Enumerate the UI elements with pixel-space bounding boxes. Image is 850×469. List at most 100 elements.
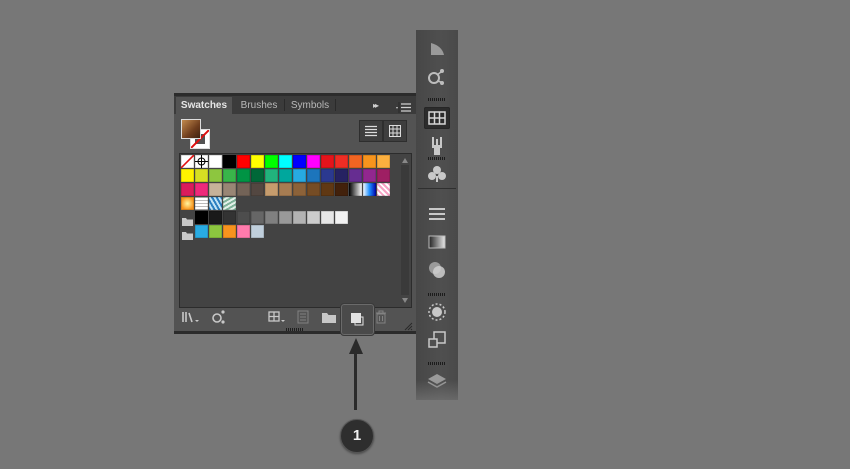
color-swatch[interactable] [265, 169, 278, 182]
color-swatch[interactable] [237, 155, 250, 168]
gradient-swatch[interactable] [363, 183, 376, 196]
color-swatch[interactable] [223, 183, 236, 196]
vertical-scrollbar[interactable] [400, 154, 410, 307]
color-swatch[interactable] [321, 183, 334, 196]
color-swatch[interactable] [363, 169, 376, 182]
color-swatch[interactable] [195, 225, 208, 238]
color-swatch[interactable] [223, 211, 236, 224]
color-swatch[interactable] [195, 169, 208, 182]
color-swatch[interactable] [195, 211, 208, 224]
color-swatch[interactable] [335, 155, 348, 168]
pattern-swatch[interactable] [377, 183, 390, 196]
color-swatch[interactable] [223, 225, 236, 238]
add-to-library-icon[interactable] [210, 309, 228, 325]
color-swatch[interactable] [335, 211, 348, 224]
color-swatch[interactable] [251, 169, 264, 182]
new-color-group-icon[interactable] [320, 309, 338, 325]
pattern-swatch[interactable] [195, 197, 208, 210]
symbols-icon[interactable] [424, 163, 450, 185]
color-swatch[interactable] [265, 155, 278, 168]
color-swatch[interactable] [209, 183, 222, 196]
dock-group-grip[interactable] [428, 293, 446, 296]
color-swatch[interactable] [279, 211, 292, 224]
color-swatch[interactable] [377, 155, 390, 168]
thumbnail-view-button[interactable] [383, 120, 407, 142]
dock-group-grip[interactable] [428, 157, 446, 160]
fill-swatch[interactable] [181, 119, 201, 139]
color-swatch[interactable] [307, 211, 320, 224]
color-swatch[interactable] [209, 169, 222, 182]
none-swatch[interactable] [180, 154, 195, 169]
color-swatch[interactable] [209, 211, 222, 224]
transparency-circles-icon[interactable] [424, 259, 450, 281]
swatch-list[interactable] [179, 153, 412, 308]
tab-brushes[interactable]: Brushes [234, 97, 284, 114]
color-swatch[interactable] [237, 169, 250, 182]
collapse-panel-button[interactable]: ▸▸ [373, 101, 379, 110]
gradient-swatch[interactable] [349, 183, 362, 196]
color-swatch[interactable] [349, 155, 362, 168]
dock-group-grip[interactable] [428, 362, 446, 365]
swatch-options-icon[interactable] [294, 309, 312, 325]
panel-menu-icon[interactable] [395, 100, 413, 113]
color-swatch[interactable] [321, 169, 334, 182]
registration-swatch[interactable] [195, 155, 208, 168]
tab-symbols[interactable]: Symbols [285, 97, 335, 114]
layers-icon[interactable] [424, 370, 450, 392]
scroll-track[interactable] [401, 165, 409, 295]
color-swatch[interactable] [349, 169, 362, 182]
color-swatch[interactable] [251, 183, 264, 196]
gradient-icon[interactable] [424, 231, 450, 253]
color-swatch[interactable] [181, 183, 194, 196]
color-swatch[interactable] [293, 169, 306, 182]
color-swatch[interactable] [223, 155, 236, 168]
color-swatch[interactable] [251, 225, 264, 238]
color-swatch[interactable] [307, 183, 320, 196]
color-swatch[interactable] [223, 169, 236, 182]
swatches-icon[interactable] [424, 107, 450, 129]
color-swatch[interactable] [209, 155, 222, 168]
scroll-down-icon[interactable] [402, 298, 408, 303]
color-swatch[interactable] [293, 155, 306, 168]
color-swatch[interactable] [279, 155, 292, 168]
color-swatch[interactable] [335, 169, 348, 182]
pattern-swatch[interactable] [209, 197, 222, 210]
color-swatch[interactable] [377, 169, 390, 182]
swatch-libraries-menu-icon[interactable] [181, 309, 203, 325]
color-swatch[interactable] [195, 183, 208, 196]
stroke-icon[interactable] [424, 203, 450, 225]
show-swatch-kinds-menu-icon[interactable] [267, 309, 289, 325]
color-swatch[interactable] [265, 211, 278, 224]
artboards-icon[interactable] [424, 329, 450, 351]
color-swatch[interactable] [209, 225, 222, 238]
color-swatch[interactable] [335, 183, 348, 196]
color-swatch[interactable] [321, 211, 334, 224]
scroll-up-icon[interactable] [402, 158, 408, 163]
appearance-icon[interactable] [424, 301, 450, 323]
color-group-folder-icon[interactable] [182, 227, 193, 240]
libraries-icon[interactable] [424, 66, 450, 88]
color-swatch[interactable] [363, 155, 376, 168]
pattern-swatch[interactable] [223, 197, 236, 210]
color-swatch[interactable] [293, 211, 306, 224]
color-swatch[interactable] [251, 211, 264, 224]
color-group-folder-icon[interactable] [182, 213, 193, 226]
brushes-icon[interactable] [424, 135, 450, 157]
color-swatch[interactable] [321, 155, 334, 168]
color-swatch[interactable] [307, 155, 320, 168]
list-view-button[interactable] [359, 120, 383, 142]
color-swatch[interactable] [279, 183, 292, 196]
color-swatch[interactable] [307, 169, 320, 182]
color-swatch[interactable] [237, 211, 250, 224]
color-swatch[interactable] [237, 183, 250, 196]
color-swatch[interactable] [279, 169, 292, 182]
color-swatch[interactable] [251, 155, 264, 168]
color-swatch[interactable] [181, 169, 194, 182]
color-swatch[interactable] [265, 183, 278, 196]
color-swatch[interactable] [237, 225, 250, 238]
tab-swatches[interactable]: Swatches [176, 97, 232, 114]
dock-group-grip[interactable] [428, 98, 446, 101]
color-swatch[interactable] [293, 183, 306, 196]
transparency-icon[interactable] [424, 38, 450, 60]
gradient-swatch[interactable] [181, 197, 194, 210]
